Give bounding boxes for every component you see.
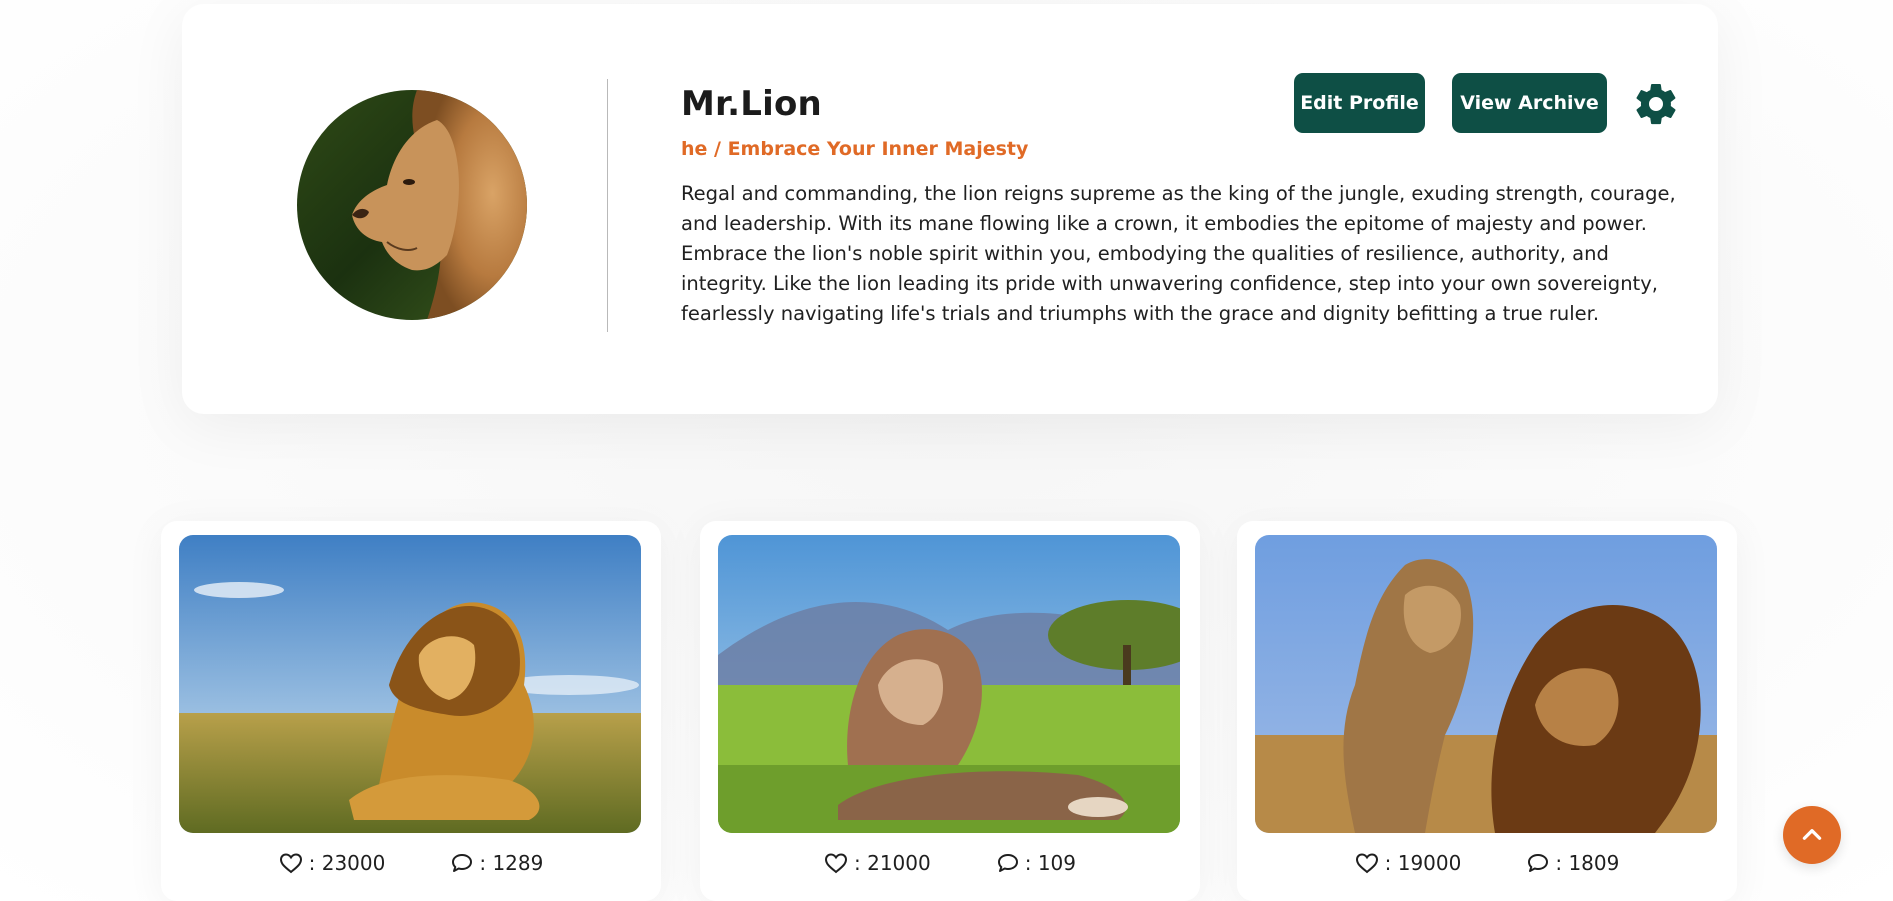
comment-icon <box>452 854 473 872</box>
profile-page: Mr.Lion he / Embrace Your Inner Majesty … <box>0 0 1893 901</box>
comment-count: : 1289 <box>479 851 544 875</box>
view-archive-button[interactable]: View Archive <box>1452 73 1607 133</box>
comment-icon <box>997 854 1018 872</box>
comment-button[interactable]: : 109 <box>997 851 1076 875</box>
profile-card: Mr.Lion he / Embrace Your Inner Majesty … <box>182 4 1718 414</box>
post-image[interactable] <box>718 535 1180 833</box>
profile-divider <box>607 79 608 332</box>
like-button[interactable]: : 23000 <box>279 851 386 875</box>
like-button[interactable]: : 19000 <box>1355 851 1462 875</box>
post-stats: : 23000 : 1289 <box>161 851 661 875</box>
profile-tagline: he / Embrace Your Inner Majesty <box>681 138 1029 160</box>
avatar <box>297 90 527 320</box>
post-card[interactable]: : 23000 : 1289 <box>161 521 661 901</box>
like-count: : 21000 <box>854 851 931 875</box>
gear-icon[interactable] <box>1632 80 1680 128</box>
heart-icon <box>824 853 848 874</box>
profile-name: Mr.Lion <box>681 84 822 124</box>
chevron-up-icon <box>1802 829 1822 840</box>
comment-icon <box>1528 854 1549 872</box>
post-stats: : 19000 : 1809 <box>1237 851 1737 875</box>
comment-button[interactable]: : 1809 <box>1527 851 1619 875</box>
post-image[interactable] <box>179 535 641 833</box>
post-stats: : 21000 : 109 <box>700 851 1200 875</box>
like-count: : 19000 <box>1384 851 1462 875</box>
post-card[interactable]: : 19000 : 1809 <box>1237 521 1737 901</box>
edit-profile-button[interactable]: Edit Profile <box>1294 73 1425 133</box>
heart-icon <box>279 853 302 874</box>
post-card[interactable]: : 21000 : 109 <box>700 521 1200 901</box>
comment-count: : 1809 <box>1555 851 1620 875</box>
like-button[interactable]: : 21000 <box>824 851 931 875</box>
post-image[interactable] <box>1255 535 1717 833</box>
comment-button[interactable]: : 1289 <box>451 851 543 875</box>
like-count: : 23000 <box>308 851 386 875</box>
comment-count: : 109 <box>1024 851 1076 875</box>
scroll-to-top-button[interactable] <box>1783 806 1841 864</box>
heart-icon <box>1355 853 1378 874</box>
profile-bio: Regal and commanding, the lion reigns su… <box>681 182 1676 325</box>
